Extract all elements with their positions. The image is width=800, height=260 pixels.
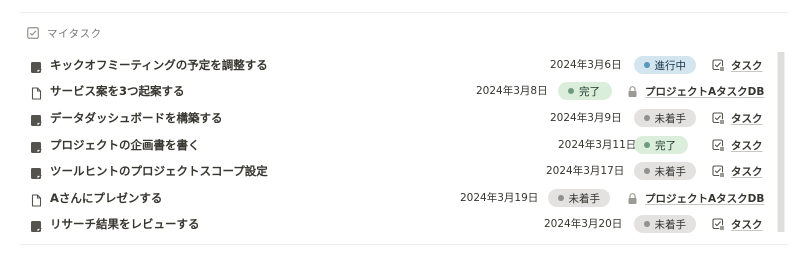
- due-date[interactable]: 2024年3月6日: [550, 56, 622, 74]
- task-page-icon: [31, 221, 42, 233]
- task-row[interactable]: Aさんにプレゼンする 2024年3月19日 未着手 プロジェクトAタスクDB: [20, 185, 777, 211]
- due-date[interactable]: 2024年3月8日: [476, 82, 548, 100]
- due-date[interactable]: 2024年3月11日: [558, 136, 636, 154]
- checkbox-icon: [712, 111, 725, 125]
- database-label: プロジェクトAタスクDB: [645, 192, 765, 205]
- row-icon-wrapper: [30, 85, 43, 100]
- status-badge[interactable]: 完了: [634, 136, 688, 154]
- status-badge[interactable]: 未着手: [634, 109, 696, 127]
- row-icon-wrapper: [30, 165, 43, 180]
- task-row[interactable]: リサーチ結果をレビューする 2024年3月20日 未着手 タスク: [20, 211, 777, 237]
- checkbox-icon: [712, 217, 725, 231]
- status-dot-icon: [644, 221, 650, 227]
- due-date[interactable]: 2024年3月9日: [550, 109, 622, 127]
- status-dot-icon: [568, 88, 574, 94]
- task-title[interactable]: Aさんにプレゼンする: [50, 189, 162, 207]
- due-date[interactable]: 2024年3月20日: [544, 215, 622, 233]
- status-dot-icon: [644, 168, 650, 174]
- database-label: タスク: [731, 218, 763, 231]
- bottom-divider: [20, 244, 788, 245]
- database-label: タスク: [731, 165, 763, 178]
- scrollbar-thumb[interactable]: [778, 52, 784, 232]
- task-title[interactable]: リサーチ結果をレビューする: [50, 215, 200, 233]
- status-label: 未着手: [568, 192, 601, 205]
- status-dot-icon: [644, 142, 650, 148]
- task-title[interactable]: プロジェクトの企画書を書く: [50, 136, 200, 154]
- database-label: タスク: [731, 59, 763, 72]
- top-divider: [20, 12, 788, 13]
- status-label: 未着手: [654, 112, 687, 125]
- task-row[interactable]: プロジェクトの企画書を書く 2024年3月11日 完了 タスク: [20, 132, 777, 158]
- status-dot-icon: [644, 62, 650, 68]
- task-row[interactable]: データダッシュボードを構築する 2024年3月9日 未着手 タスク: [20, 105, 777, 131]
- task-list: キックオフミーティングの予定を調整する 2024年3月6日 進行中 タスク サービス案を…: [20, 52, 777, 238]
- status-badge[interactable]: 未着手: [634, 162, 696, 180]
- checkbox-icon: [712, 138, 725, 152]
- task-title[interactable]: キックオフミーティングの予定を調整する: [50, 56, 268, 74]
- status-badge[interactable]: 未着手: [634, 215, 696, 233]
- lock-icon: [628, 85, 637, 97]
- status-label: 進行中: [654, 59, 687, 72]
- section-header[interactable]: マイタスク: [27, 24, 102, 42]
- database-label: プロジェクトAタスクDB: [645, 85, 765, 98]
- task-row[interactable]: ツールヒントのプロジェクトスコープ設定 2024年3月17日 未着手 タスク: [20, 158, 777, 184]
- checkbox-icon: [27, 27, 39, 39]
- task-page-icon: [31, 62, 42, 74]
- document-icon: [31, 87, 42, 100]
- status-label: 完了: [579, 85, 600, 98]
- database-link[interactable]: タスク: [712, 215, 763, 233]
- document-icon: [31, 194, 42, 207]
- database-label: タスク: [731, 139, 763, 152]
- task-page-icon: [31, 115, 42, 127]
- row-icon-wrapper: [30, 139, 43, 154]
- row-icon-wrapper: [30, 112, 43, 127]
- task-page-icon: [31, 142, 42, 154]
- checkbox-icon: [712, 164, 725, 178]
- database-link[interactable]: タスク: [712, 56, 763, 74]
- task-title[interactable]: サービス案を3つ起案する: [50, 82, 185, 100]
- checkbox-icon: [712, 58, 725, 72]
- task-row[interactable]: サービス案を3つ起案する 2024年3月8日 完了 プロジェクトAタスクDB: [20, 78, 777, 104]
- database-link[interactable]: プロジェクトAタスクDB: [626, 82, 764, 100]
- task-title[interactable]: データダッシュボードを構築する: [50, 109, 223, 127]
- status-badge[interactable]: 未着手: [548, 189, 610, 207]
- status-badge[interactable]: 完了: [558, 82, 612, 100]
- database-link[interactable]: プロジェクトAタスクDB: [626, 189, 764, 207]
- lock-icon: [628, 192, 637, 204]
- database-label: タスク: [731, 112, 763, 125]
- status-dot-icon: [558, 195, 564, 201]
- status-label: 未着手: [654, 218, 687, 231]
- row-icon-wrapper: [30, 218, 43, 233]
- database-link[interactable]: タスク: [712, 109, 763, 127]
- row-icon-wrapper: [30, 192, 43, 207]
- status-label: 未着手: [654, 165, 687, 178]
- task-title[interactable]: ツールヒントのプロジェクトスコープ設定: [50, 162, 268, 180]
- database-link[interactable]: タスク: [712, 136, 763, 154]
- task-row[interactable]: キックオフミーティングの予定を調整する 2024年3月6日 進行中 タスク: [20, 52, 777, 78]
- database-link[interactable]: タスク: [712, 162, 763, 180]
- vertical-scrollbar[interactable]: [777, 52, 785, 232]
- due-date[interactable]: 2024年3月17日: [546, 162, 624, 180]
- status-label: 完了: [655, 139, 676, 152]
- status-badge[interactable]: 進行中: [634, 56, 696, 74]
- section-title: マイタスク: [47, 27, 102, 40]
- status-dot-icon: [644, 115, 650, 121]
- row-icon-wrapper: [30, 59, 43, 74]
- task-page-icon: [31, 168, 42, 180]
- due-date[interactable]: 2024年3月19日: [460, 189, 538, 207]
